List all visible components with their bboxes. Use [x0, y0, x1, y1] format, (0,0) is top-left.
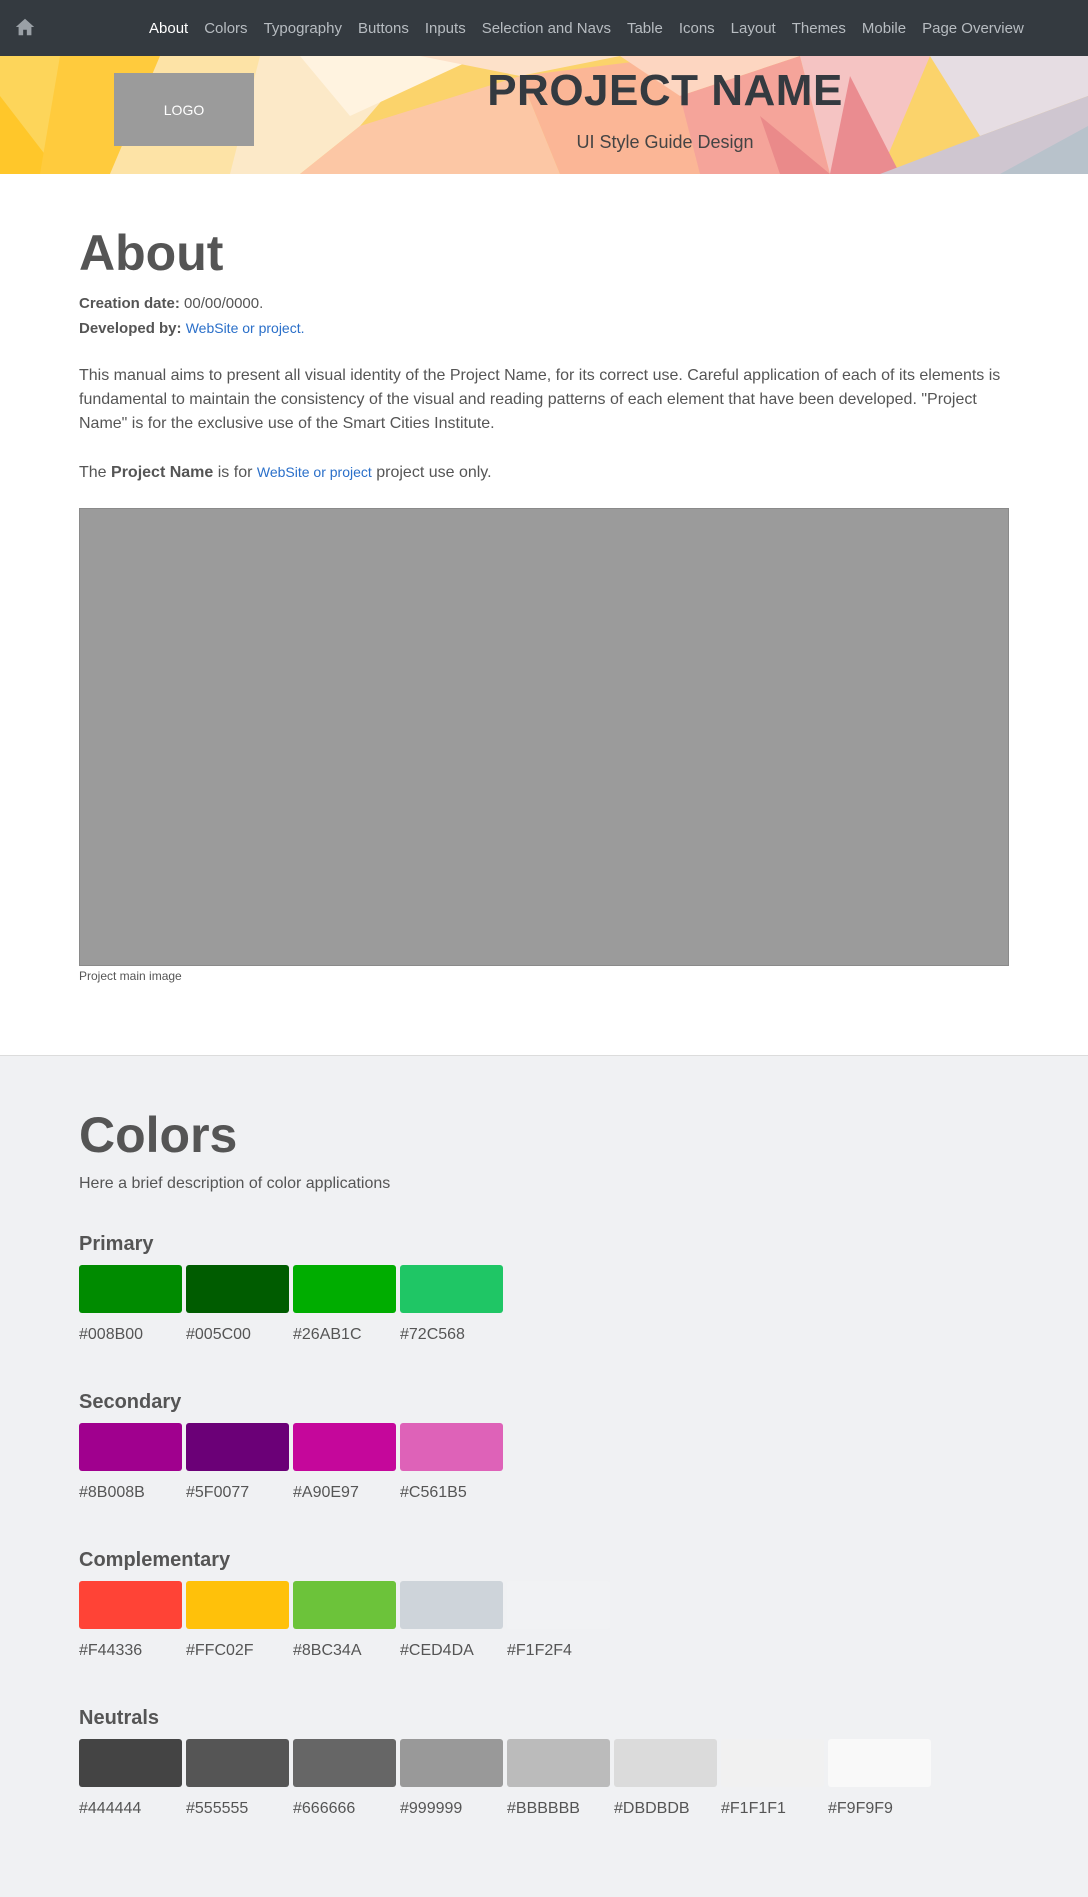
colors-section: Colors Here a brief description of color…: [0, 1056, 1088, 1897]
neutrals-swatch-hex: #DBDBDB: [614, 1800, 690, 1817]
nav-item-mobile[interactable]: Mobile: [854, 20, 914, 37]
project-main-image: [79, 508, 1009, 966]
nav-item-inputs[interactable]: Inputs: [417, 20, 474, 37]
project-subtitle: UI Style Guide Design: [576, 132, 754, 152]
nav-item-typography[interactable]: Typography: [256, 20, 350, 37]
secondary-swatch-hex: #5F0077: [186, 1484, 250, 1501]
neutrals-swatch: [828, 1739, 931, 1787]
complementary-swatch-hex: #CED4DA: [400, 1642, 474, 1659]
logo-placeholder: LOGO: [114, 73, 254, 146]
secondary-swatch-hex: #8B008B: [79, 1484, 145, 1501]
nav-item-icons[interactable]: Icons: [671, 20, 723, 37]
image-caption: Project main image: [79, 969, 182, 983]
primary-swatch-hex: #72C568: [400, 1326, 465, 1343]
neutrals-swatch: [721, 1739, 824, 1787]
nav-item-themes[interactable]: Themes: [784, 20, 854, 37]
primary-swatch: [79, 1265, 182, 1313]
colors-heading: Colors: [79, 1107, 238, 1163]
neutrals-swatch: [507, 1739, 610, 1787]
neutrals-swatch-hex: #999999: [400, 1800, 463, 1817]
primary-swatch: [400, 1265, 503, 1313]
neutrals-heading: Neutrals: [79, 1707, 160, 1729]
nav-item-page-overview[interactable]: Page Overview: [914, 20, 1032, 37]
creation-date-label: Creation date:: [79, 295, 180, 312]
complementary-swatch: [79, 1581, 182, 1629]
secondary-swatch-hex: #C561B5: [400, 1484, 467, 1501]
secondary-heading: Secondary: [79, 1391, 182, 1413]
top-navbar: About Colors Typography Buttons Inputs S…: [0, 0, 1088, 56]
complementary-heading: Complementary: [79, 1549, 231, 1571]
secondary-swatch: [186, 1423, 289, 1471]
complementary-swatch: [186, 1581, 289, 1629]
developed-by-link[interactable]: WebSite or project: [186, 320, 301, 336]
home-icon[interactable]: [14, 16, 36, 38]
primary-swatch-hex: #26AB1C: [293, 1326, 362, 1343]
nav-links: About Colors Typography Buttons Inputs S…: [141, 0, 1032, 56]
usage-prefix: The: [79, 464, 107, 481]
neutrals-swatch-hex: #666666: [293, 1800, 356, 1817]
nav-item-about[interactable]: About: [141, 20, 196, 37]
neutrals-swatch-hex: #444444: [79, 1800, 142, 1817]
nav-item-selection-and-navs[interactable]: Selection and Navs: [474, 20, 619, 37]
neutrals-swatch: [293, 1739, 396, 1787]
primary-swatch-hex: #005C00: [186, 1326, 251, 1343]
about-meta: Creation date: 00/00/0000. Developed by:…: [79, 291, 1009, 341]
nav-item-buttons[interactable]: Buttons: [350, 20, 417, 37]
creation-date-value: 00/00/0000.: [184, 295, 264, 312]
developed-by-suffix: .: [300, 320, 305, 336]
usage-statement: The Project Name is for WebSite or proje…: [79, 460, 1009, 485]
neutrals-swatch-hex: #555555: [186, 1800, 249, 1817]
complementary-swatch: [507, 1581, 610, 1629]
neutrals-swatch: [400, 1739, 503, 1787]
complementary-swatch-hex: #8BC34A: [293, 1642, 362, 1659]
nav-item-colors[interactable]: Colors: [196, 20, 255, 37]
developed-by-label: Developed by:: [79, 320, 182, 337]
about-heading: About: [79, 225, 224, 281]
nav-item-table[interactable]: Table: [619, 20, 671, 37]
usage-link[interactable]: WebSite or project: [257, 464, 372, 480]
about-section: About Creation date: 00/00/0000. Develop…: [0, 174, 1088, 1056]
neutrals-swatch: [186, 1739, 289, 1787]
header-banner: LOGO PROJECT NAME UI Style Guide Design: [0, 56, 1088, 174]
secondary-swatch: [293, 1423, 396, 1471]
complementary-swatch-hex: #F44336: [79, 1642, 143, 1659]
neutrals-swatch: [79, 1739, 182, 1787]
usage-suffix: project use only.: [376, 464, 492, 481]
complementary-swatch-hex: #FFC02F: [186, 1642, 254, 1659]
nav-item-layout[interactable]: Layout: [723, 20, 784, 37]
secondary-swatch: [400, 1423, 503, 1471]
primary-swatch: [186, 1265, 289, 1313]
about-description: This manual aims to present all visual i…: [79, 367, 1001, 432]
neutrals-swatch-hex: #F9F9F9: [828, 1800, 893, 1817]
neutrals-swatch-hex: #F1F1F1: [721, 1800, 786, 1817]
usage-mid: is for: [217, 464, 253, 481]
primary-heading: Primary: [79, 1233, 154, 1255]
primary-swatch: [293, 1265, 396, 1313]
neutrals-swatch-hex: #BBBBBB: [507, 1800, 580, 1817]
complementary-swatch: [400, 1581, 503, 1629]
complementary-swatch: [293, 1581, 396, 1629]
neutrals-swatch: [614, 1739, 717, 1787]
primary-swatch-hex: #008B00: [79, 1326, 144, 1343]
project-title: PROJECT NAME: [487, 66, 843, 115]
secondary-swatch: [79, 1423, 182, 1471]
secondary-swatch-hex: #A90E97: [293, 1484, 359, 1501]
complementary-swatch-hex: #F1F2F4: [507, 1642, 572, 1659]
usage-project-name: Project Name: [111, 464, 214, 481]
colors-description: Here a brief description of color applic…: [79, 1175, 391, 1192]
